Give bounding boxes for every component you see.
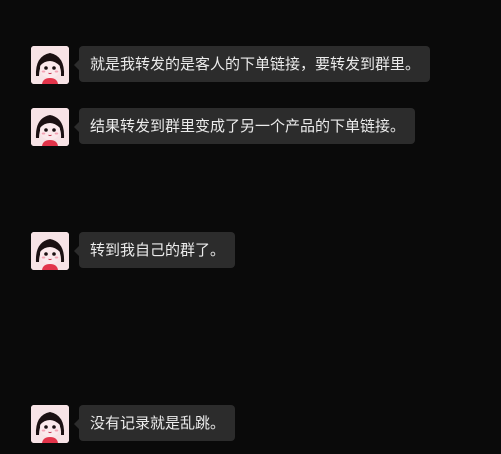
cartoon-girl-avatar-icon[interactable] [31, 232, 69, 270]
message-bubble[interactable]: 就是我转发的是客人的下单链接，要转发到群里。 [73, 46, 431, 82]
chat-message: 没有记录就是乱跳。 [31, 405, 236, 443]
message-bubble[interactable]: 没有记录就是乱跳。 [73, 405, 236, 441]
cartoon-girl-avatar-icon[interactable] [31, 108, 69, 146]
chat-message: 结果转发到群里变成了另一个产品的下单链接。 [31, 108, 416, 146]
cartoon-girl-avatar-icon[interactable] [31, 46, 69, 84]
chat-message: 转到我自己的群了。 [31, 232, 236, 270]
chat-message-list[interactable]: 就是我转发的是客人的下单链接，要转发到群里。 结果转发到群里变成了另一个产品的下… [0, 0, 501, 454]
message-bubble[interactable]: 结果转发到群里变成了另一个产品的下单链接。 [73, 108, 416, 144]
chat-message: 就是我转发的是客人的下单链接，要转发到群里。 [31, 46, 431, 84]
cartoon-girl-avatar-icon[interactable] [31, 405, 69, 443]
message-bubble[interactable]: 转到我自己的群了。 [73, 232, 236, 268]
